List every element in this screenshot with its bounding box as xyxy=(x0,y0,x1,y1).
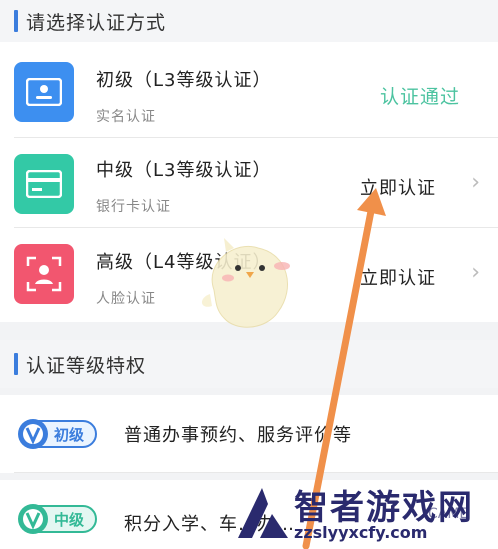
verify-now-button[interactable]: 立即认证 xyxy=(360,264,436,290)
id-card-icon xyxy=(14,62,74,122)
privilege-row-basic: 初级 普通办事预约、服务评价等 xyxy=(0,395,498,473)
bank-card-icon xyxy=(14,154,74,214)
level-badge-label: 初级 xyxy=(54,426,85,444)
watermark-badge: CAME xyxy=(428,506,469,522)
verify-section-title: 请选择认证方式 xyxy=(26,11,167,34)
site-watermark: 智者游戏网 zzslyyxcfy.com CAME xyxy=(232,478,498,549)
method-status-verified: 认证通过 xyxy=(380,86,461,108)
method-row-basic[interactable]: 初级（L3等级认证） 实名认证 认证通过 xyxy=(0,48,498,138)
chevron-right-icon: › xyxy=(471,170,480,195)
watermark-url: zzslyyxcfy.com xyxy=(294,523,428,542)
row-divider xyxy=(14,472,498,473)
method-subtitle: 银行卡认证 xyxy=(96,199,171,215)
verify-now-button[interactable]: 立即认证 xyxy=(360,174,436,200)
method-title: 初级（L3等级认证） xyxy=(96,70,272,91)
method-row-intermediate[interactable]: 中级（L3等级认证） 银行卡认证 立即认证 › xyxy=(0,138,498,228)
watermark-logo-icon xyxy=(238,488,288,538)
level-badge-intermediate: 中级 xyxy=(16,502,100,536)
level-badge-basic: 初级 xyxy=(16,417,100,451)
level-badge-label: 中级 xyxy=(54,511,85,529)
privilege-section-title: 认证等级特权 xyxy=(26,354,147,377)
face-scan-icon xyxy=(14,244,74,304)
verify-section-header: 请选择认证方式 xyxy=(0,0,498,42)
method-subtitle: 实名认证 xyxy=(96,109,156,125)
section-accent-bar xyxy=(14,10,18,32)
chick-mascot-icon xyxy=(196,232,306,342)
method-title: 中级（L3等级认证） xyxy=(96,160,272,181)
privilege-text: 普通办事预约、服务评价等 xyxy=(124,425,352,446)
privilege-section-header: 认证等级特权 xyxy=(0,340,498,388)
chevron-right-icon: › xyxy=(471,260,480,285)
section-accent-bar xyxy=(14,353,18,375)
